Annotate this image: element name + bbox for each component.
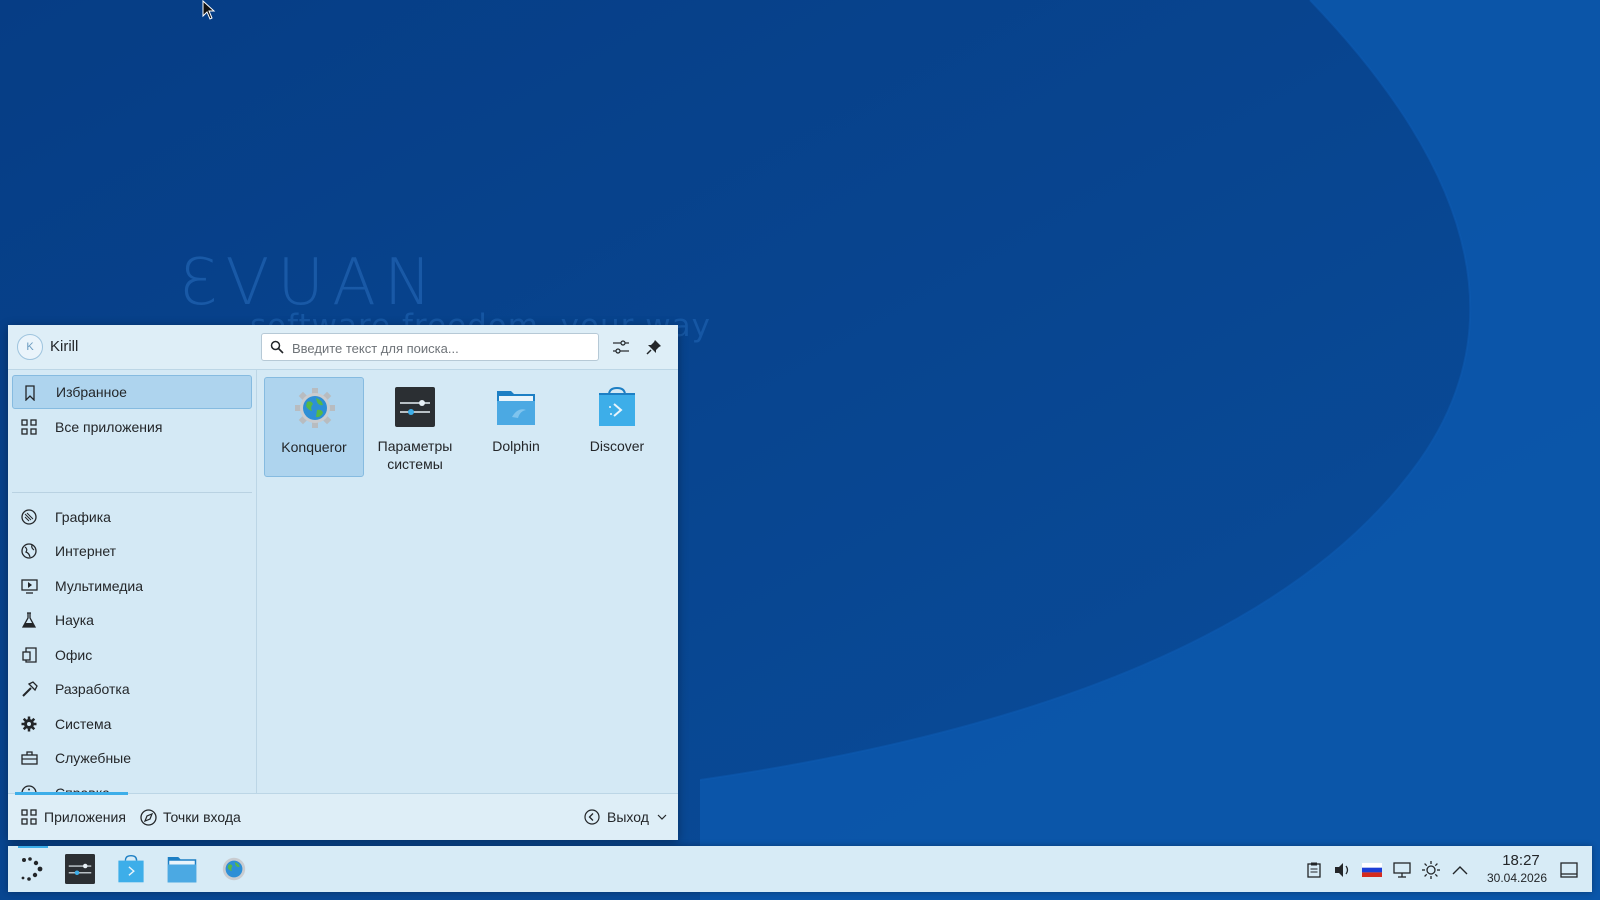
search-field[interactable]: [261, 333, 599, 361]
discover-bag-icon: [118, 855, 144, 883]
launcher-header: K Kirill: [8, 325, 678, 370]
sidebar-item-internet[interactable]: Интернет: [12, 534, 252, 568]
configure-button[interactable]: [608, 334, 634, 360]
app-tile-label: Discover: [589, 438, 645, 454]
search-icon: [270, 340, 284, 354]
office-icon: [20, 646, 38, 664]
pin-icon: [646, 340, 661, 355]
gear-icon: [20, 715, 38, 733]
globe-icon: [20, 542, 38, 560]
grid-icon: [20, 418, 38, 436]
sidebar-item-label: Мультимедиа: [55, 578, 143, 594]
brightness-tray[interactable]: [1421, 860, 1441, 880]
sidebar-item-development[interactable]: Разработка: [12, 672, 252, 706]
sidebar-item-multimedia[interactable]: Мультимедиа: [12, 569, 252, 603]
volume-tray[interactable]: [1333, 860, 1353, 880]
multimedia-icon: [20, 577, 38, 595]
tab-applications[interactable]: Приложения: [20, 806, 126, 828]
expand-tray-button[interactable]: [1450, 860, 1470, 880]
chevron-up-icon: [1452, 866, 1468, 875]
app-tile-label: Konqueror: [281, 439, 347, 455]
taskbar-discover[interactable]: [115, 853, 147, 885]
flag-ru-icon: [1362, 863, 1382, 877]
sidebar-item-favorites[interactable]: Избранное: [12, 375, 252, 409]
tab-applications-label: Приложения: [44, 809, 126, 825]
app-tile-system-settings[interactable]: Параметры системы: [365, 377, 465, 477]
taskbar-dolphin[interactable]: [166, 853, 198, 885]
volume-icon: [1335, 863, 1349, 877]
discover-bag-icon: [599, 387, 635, 426]
app-tile-discover[interactable]: Discover: [567, 377, 667, 477]
clipboard-tray[interactable]: [1304, 860, 1324, 880]
show-desktop-icon: [1560, 862, 1578, 878]
sidebar-item-label: Интернет: [55, 543, 117, 559]
tab-places-label: Точки входа: [163, 809, 241, 825]
sidebar-item-utilities[interactable]: Служебные: [12, 741, 252, 775]
taskbar-konqueror[interactable]: [218, 853, 250, 885]
sliders-icon: [613, 340, 629, 354]
taskbar: 18:27 30.04.2026: [8, 846, 1592, 892]
sidebar-item-all-apps[interactable]: Все приложения: [12, 410, 252, 444]
dolphin-folder-icon: [497, 391, 535, 425]
search-input[interactable]: [290, 337, 594, 359]
sidebar-divider: [12, 492, 252, 493]
avatar[interactable]: K: [17, 334, 43, 360]
user-name: Kirill: [50, 338, 79, 355]
sidebar-item-graphics[interactable]: Графика: [12, 500, 252, 534]
sidebar-item-science[interactable]: Наука: [12, 603, 252, 637]
sidebar-item-label: Все приложения: [55, 419, 163, 435]
system-settings-icon: [395, 387, 435, 427]
leave-button[interactable]: Выход: [583, 806, 667, 828]
clock-date[interactable]: 30.04.2026: [1472, 871, 1562, 885]
keyboard-layout-tray[interactable]: [1362, 860, 1382, 880]
bookmark-icon: [21, 384, 39, 402]
sidebar-item-label: Наука: [55, 612, 94, 628]
tab-places[interactable]: Точки входа: [139, 806, 241, 828]
network-tray[interactable]: [1392, 860, 1412, 880]
konqueror-icon: [222, 857, 246, 881]
devuan-logo-icon: [21, 857, 43, 881]
clock-time[interactable]: 18:27: [1486, 852, 1556, 869]
brightness-icon: [1422, 861, 1440, 879]
app-tile-dolphin[interactable]: Dolphin: [466, 377, 566, 477]
favorites-grid: Konqueror Параметры системы Dolphin Disc…: [258, 370, 678, 793]
show-desktop-button[interactable]: [1559, 860, 1579, 880]
app-tile-label: Параметры системы: [377, 438, 453, 472]
active-tab-indicator: [15, 792, 128, 795]
sidebar-item-label: Система: [55, 716, 112, 732]
clipboard-icon: [1307, 862, 1321, 878]
sidebar-item-system[interactable]: Система: [12, 707, 252, 741]
leave-label: Выход: [607, 809, 649, 825]
compass-icon: [139, 808, 157, 826]
sidebar-item-label: Офис: [55, 647, 93, 663]
sidebar-item-label: Избранное: [56, 384, 127, 400]
system-settings-icon: [65, 854, 95, 884]
graphics-icon: [20, 508, 38, 526]
application-launcher: K Kirill Введите текст для поиска... Изб…: [8, 325, 678, 840]
category-sidebar: Избранное Все приложения Графика Интерне…: [8, 370, 257, 801]
sidebar-item-office[interactable]: Офис: [12, 638, 252, 672]
grid-icon: [20, 808, 38, 826]
hammer-icon: [20, 680, 38, 698]
app-tile-konqueror[interactable]: Konqueror: [264, 377, 364, 477]
pin-button[interactable]: [641, 334, 667, 360]
application-launcher-button[interactable]: [17, 853, 49, 885]
app-tile-label: Dolphin: [492, 438, 540, 454]
leave-icon: [583, 808, 601, 826]
sidebar-item-label: Служебные: [55, 750, 132, 766]
launcher-footer: Приложения Точки входа Выход: [8, 792, 678, 840]
mouse-cursor-icon: [202, 0, 216, 20]
launcher-active-indicator: [18, 846, 48, 848]
chevron-down-icon: [657, 814, 667, 820]
dolphin-folder-icon: [167, 857, 197, 883]
sidebar-item-label: Разработка: [55, 681, 130, 697]
network-icon: [1393, 862, 1411, 878]
sidebar-item-label: Графика: [55, 509, 111, 525]
taskbar-system-settings[interactable]: [64, 853, 96, 885]
toolbox-icon: [20, 749, 38, 767]
flask-icon: [20, 611, 38, 629]
konqueror-icon: [295, 388, 335, 428]
